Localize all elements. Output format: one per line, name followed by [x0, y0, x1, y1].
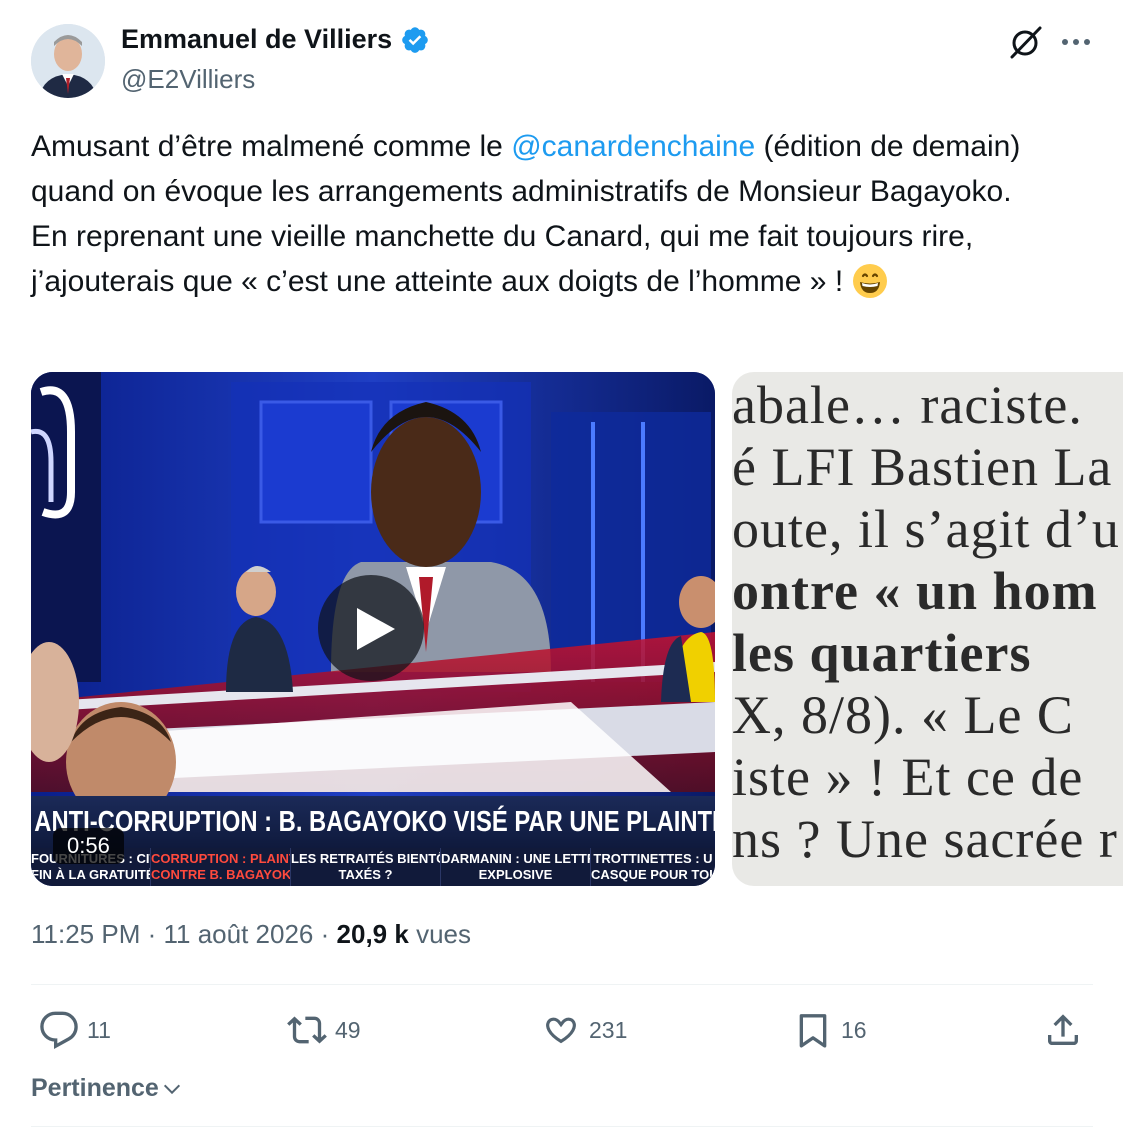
ticker-line: FIN À LA GRATUITÉ [31, 867, 151, 882]
article-line: ns ? Une sacrée r [732, 809, 1118, 869]
video-duration-badge: 0:56 [53, 828, 124, 864]
ticker-line: CASQUE POUR TOU [591, 867, 715, 882]
ticker-item: TROTTINETTES : U CASQUE POUR TOU [591, 848, 715, 886]
article-line: X, 8/8). « Le C [732, 685, 1074, 745]
article-clipping-image[interactable]: abale… raciste. é LFI Bastien La oute, i… [732, 372, 1123, 886]
ticker-item: CORRUPTION : PLAINTE CONTRE B. BAGAYOKO [151, 848, 291, 886]
repost-count: 49 [335, 1016, 361, 1043]
author-name-row[interactable]: Emmanuel de Villiers [121, 24, 430, 55]
tweet-text-part1: Amusant d’être malmené comme le [31, 130, 512, 163]
sort-label: Pertinence [31, 1074, 159, 1102]
bookmark-icon [799, 1014, 827, 1048]
video-headline-banner: ANTI-CORRUPTION : B. BAGAYOKO VISÉ PAR U… [31, 796, 715, 848]
reply-count: 11 [87, 1016, 111, 1043]
action-bar: 11 49 231 16 [31, 1006, 1093, 1056]
tweet-meta: 11:25 PM · 11 août 2026 · 20,9 k vues [31, 919, 471, 950]
share-button[interactable] [1043, 1006, 1083, 1054]
mention-link[interactable]: @canardenchaine [511, 130, 755, 163]
tweet-time[interactable]: 11:25 PM [31, 919, 140, 949]
divider [31, 1126, 1093, 1127]
bookmark-count: 16 [841, 1016, 867, 1043]
more-options-icon[interactable] [1058, 28, 1094, 56]
tweet-date[interactable]: 11 août 2026 [164, 919, 314, 949]
bookmark-button[interactable]: 16 [793, 1006, 867, 1054]
share-icon [1048, 1014, 1078, 1045]
article-line: les quartiers [732, 623, 1032, 683]
like-button[interactable]: 231 [541, 1006, 627, 1054]
article-line: abale… raciste. [732, 375, 1083, 435]
chevron-down-icon [163, 1084, 180, 1094]
sort-dropdown[interactable]: Pertinence [31, 1074, 183, 1103]
ticker-line: CONTRE B. BAGAYOKO [151, 867, 291, 882]
media-gallery: ANTI-CORRUPTION : B. BAGAYOKO VISÉ PAR U… [31, 372, 1123, 886]
meta-separator: · [147, 919, 157, 949]
article-line: é LFI Bastien La [732, 437, 1113, 497]
video-player[interactable]: ANTI-CORRUPTION : B. BAGAYOKO VISÉ PAR U… [31, 372, 715, 886]
views-label: vues [416, 919, 471, 949]
verified-badge-icon [400, 25, 430, 55]
grinning-face-emoji-icon [852, 263, 888, 299]
views-count: 20,9 k [336, 919, 409, 949]
ticker-line: EXPLOSIVE [478, 867, 553, 882]
tweet-text: Amusant d’être malmené comme le @canarde… [31, 124, 1101, 304]
reply-icon [40, 1011, 78, 1049]
meta-separator: · [320, 919, 330, 949]
author-name[interactable]: Emmanuel de Villiers [121, 24, 392, 55]
ticker-item: LES RETRAITÉS BIENTÔT TAXÉS ? [291, 848, 441, 886]
repost-button[interactable]: 49 [287, 1006, 361, 1054]
play-button[interactable] [318, 575, 424, 681]
like-count: 231 [589, 1016, 628, 1043]
ticker-line: LES RETRAITÉS BIENTÔT [291, 851, 441, 866]
divider [31, 984, 1093, 985]
heart-icon [546, 1017, 576, 1044]
grok-icon[interactable] [1008, 24, 1044, 60]
ticker-item: DARMANIN : UNE LETTRE EXPLOSIVE [441, 848, 591, 886]
tweet-text-part3: En reprenant une vieille manchette du Ca… [31, 220, 974, 298]
author-handle[interactable]: @E2Villiers [121, 64, 255, 95]
ticker-line: TROTTINETTES : U [593, 851, 713, 866]
ticker-line: DARMANIN : UNE LETTRE [441, 851, 591, 866]
article-line: oute, il s’agit d’u [732, 499, 1120, 559]
article-line: ontre « un hom [732, 561, 1098, 621]
article-line: iste » ! Et ce de [732, 747, 1084, 807]
repost-icon [287, 1016, 327, 1044]
reply-button[interactable]: 11 [39, 1006, 111, 1054]
ticker-line: CORRUPTION : PLAINTE [151, 851, 291, 866]
video-news-ticker: FOURNITURES : CITO FIN À LA GRATUITÉ COR… [31, 848, 715, 886]
ticker-line: TAXÉS ? [338, 867, 393, 882]
author-avatar[interactable] [31, 24, 105, 98]
